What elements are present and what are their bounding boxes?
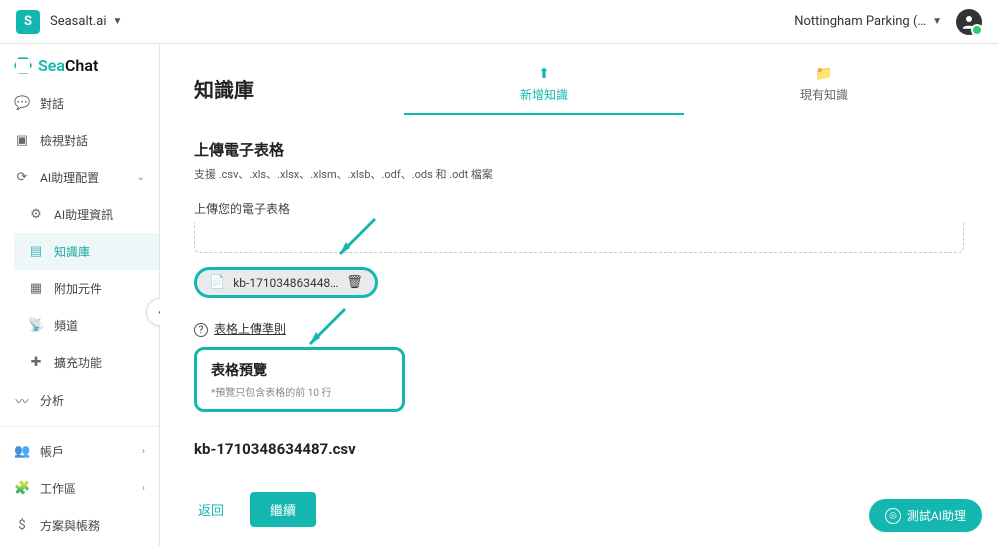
analytics-icon: 〰 (14, 391, 30, 410)
divider (0, 426, 159, 427)
uploaded-file-chip[interactable]: 📄 kb-171034863448… 🗑 (194, 267, 378, 298)
sidebar-item-extensions[interactable]: ✚ 擴充功能 (14, 344, 159, 381)
workspace-icon: 🧩 (14, 481, 30, 496)
tab-existing-knowledge[interactable]: 📁 現有知識 (684, 62, 964, 115)
brand-name[interactable]: Seasalt.ai (50, 14, 107, 29)
sidebar-item-label: AI助理資訊 (54, 206, 113, 223)
target-icon: ◎ (885, 508, 901, 524)
continue-button[interactable]: 繼續 (250, 492, 316, 527)
sidebar-item-label: 頻道 (54, 317, 78, 334)
antenna-icon: 📡 (28, 318, 44, 333)
sidebar-item-analytics[interactable]: 〰 分析 (0, 381, 159, 420)
sidebar-item-ai-info[interactable]: ⚙ AI助理資訊 (14, 196, 159, 233)
upload-dropzone[interactable] (194, 223, 964, 253)
upload-supported-formats: 支援 .csv、.xls、.xlsx、.xlsm、.xlsb、.odf、.ods… (194, 166, 964, 182)
avatar[interactable] (956, 9, 982, 35)
sidebar-item-view-conversations[interactable]: ▣ 檢視對話 (0, 122, 159, 159)
fab-label: 測試AI助理 (907, 507, 966, 524)
logo-text-chat: Chat (65, 56, 98, 75)
brand-badge: S (16, 10, 40, 34)
chevron-right-icon: › (142, 446, 145, 457)
sidebar-item-billing[interactable]: $ 方案與帳務 (0, 507, 159, 544)
sidebar-item-label: 對話 (40, 95, 64, 112)
sidebar-item-label: 方案與帳務 (40, 517, 100, 534)
sidebar-item-label: 帳戶 (40, 443, 64, 460)
guideline-text: 表格上傳準則 (214, 322, 286, 336)
app-logo[interactable]: SeaChat (0, 52, 159, 85)
refresh-icon: ⟳ (14, 170, 30, 185)
sidebar-item-ai-config[interactable]: ⟳ AI助理配置 ⌄ (0, 159, 159, 196)
content: 知識庫 ⬆ 新增知識 📁 現有知識 上傳電子表格 支援 .csv、.xls、.x… (160, 44, 998, 546)
logo-text-sea: Sea (38, 56, 65, 75)
sidebar-item-label: 檢視對話 (40, 132, 88, 149)
sidebar: SeaChat 💬 對話 ▣ 檢視對話 ⟳ AI助理配置 ⌄ ⚙ AI助理資訊 … (0, 44, 160, 546)
sidebar-item-label: 工作區 (40, 480, 76, 497)
sidebar-item-channels[interactable]: 📡 頻道 (14, 307, 159, 344)
sidebar-item-label: AI助理配置 (40, 169, 99, 186)
book-icon: ▤ (28, 244, 44, 259)
addon-icon: ▦ (28, 281, 44, 296)
document-icon: 📄 (209, 275, 225, 290)
preview-file-name: kb-1710348634487.csv (194, 440, 964, 458)
gear-icon: ⚙ (28, 207, 44, 222)
preview-subtitle: *預覽只包含表格的前 10 行 (211, 384, 332, 399)
grid-icon: ▣ (14, 133, 30, 148)
upload-label: 上傳您的電子表格 (194, 200, 964, 217)
preview-title: 表格預覽 (211, 360, 332, 380)
dollar-icon: $ (14, 518, 30, 533)
uploaded-file-name: kb-171034863448… (233, 276, 338, 290)
sidebar-item-label: 擴充功能 (54, 354, 102, 371)
tab-label: 現有知識 (800, 86, 848, 103)
puzzle-icon: ✚ (28, 355, 44, 370)
chevron-down-icon[interactable]: ▼ (932, 16, 942, 27)
sidebar-item-workspace[interactable]: 🧩 工作區 › (0, 470, 159, 507)
upload-section-title: 上傳電子表格 (194, 139, 964, 160)
account-switcher[interactable]: Nottingham Parking (… (794, 14, 926, 29)
chevron-down-icon: ⌄ (137, 172, 145, 183)
sidebar-item-label: 知識庫 (54, 243, 90, 260)
tab-label: 新增知識 (520, 86, 568, 103)
help-circle-icon: ? (194, 323, 208, 337)
folder-icon: 📁 (815, 66, 832, 82)
preview-box: 表格預覽 *預覽只包含表格的前 10 行 (194, 347, 405, 412)
users-icon: 👥 (14, 444, 30, 459)
upload-guideline-link[interactable]: ? 表格上傳準則 (194, 320, 964, 337)
top-bar: S Seasalt.ai ▼ Nottingham Parking (… ▼ (0, 0, 998, 44)
sidebar-item-label: 附加元件 (54, 280, 102, 297)
chat-icon: 💬 (14, 96, 30, 111)
sidebar-item-label: 分析 (40, 392, 64, 409)
page-title: 知識庫 (194, 74, 254, 103)
sidebar-item-addons[interactable]: ▦ 附加元件 (14, 270, 159, 307)
sidebar-item-conversations[interactable]: 💬 對話 (0, 85, 159, 122)
test-ai-fab[interactable]: ◎ 測試AI助理 (869, 499, 982, 532)
upload-icon: ⬆ (538, 66, 550, 82)
sidebar-item-knowledge-base[interactable]: ▤ 知識庫 (14, 233, 159, 270)
tab-add-knowledge[interactable]: ⬆ 新增知識 (404, 62, 684, 115)
sidebar-item-account[interactable]: 👥 帳戶 › (0, 433, 159, 470)
person-icon (960, 13, 978, 31)
chevron-right-icon: › (142, 483, 145, 494)
back-button[interactable]: 返回 (194, 494, 228, 525)
logo-hex-icon (14, 57, 32, 75)
delete-file-icon[interactable]: 🗑 (346, 275, 363, 290)
chevron-down-icon[interactable]: ▼ (113, 16, 123, 27)
tabs: ⬆ 新增知識 📁 現有知識 (404, 62, 964, 115)
